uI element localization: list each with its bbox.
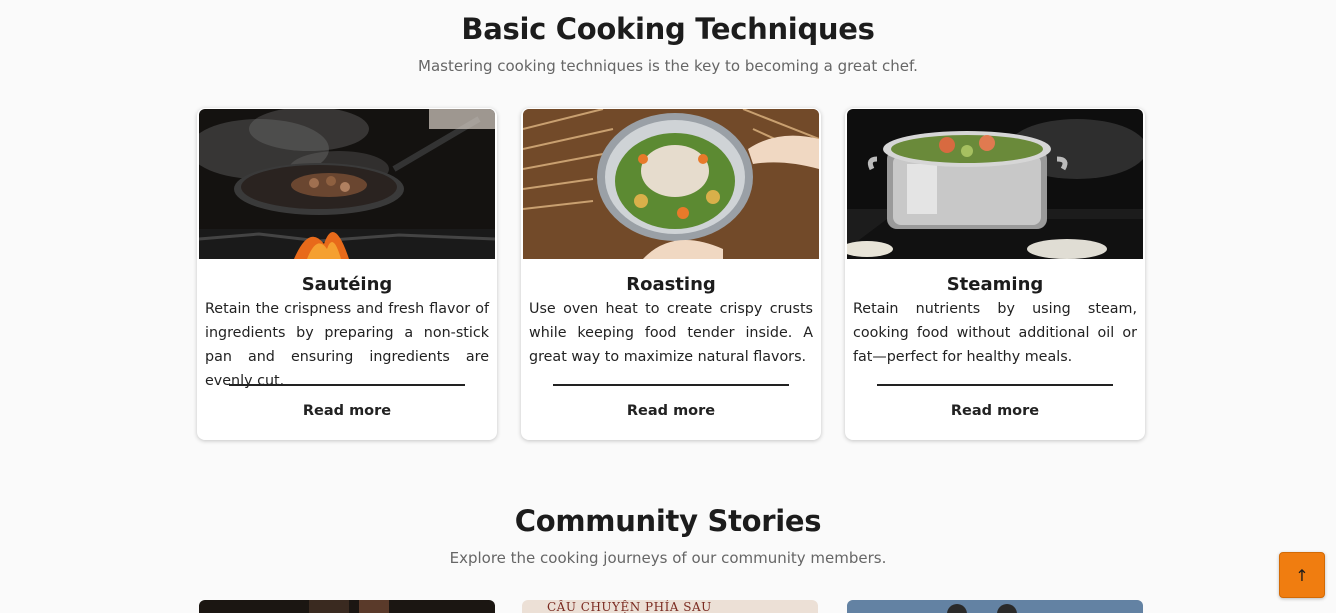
sauteing-image [199, 109, 495, 259]
techniques-title: Basic Cooking Techniques [461, 12, 875, 46]
story-card-image[interactable] [199, 600, 495, 613]
story-card-image[interactable]: CÂU CHUYỆN PHÍA SAU [522, 600, 818, 613]
card-divider [877, 384, 1113, 386]
techniques-subtitle: Mastering cooking techniques is the key … [418, 57, 918, 75]
technique-card-roasting: Roasting Use oven heat to create crispy … [521, 108, 821, 440]
card-description: Use oven heat to create crispy crusts wh… [529, 301, 813, 365]
community-title: Community Stories [514, 504, 822, 538]
technique-card-steaming: Steaming Retain nutrients by using steam… [845, 108, 1145, 440]
back-to-top-button[interactable]: ↑ [1279, 552, 1325, 598]
read-more-link[interactable]: Read more [521, 403, 821, 419]
card-title: Steaming [946, 274, 1044, 295]
arrow-up-icon: ↑ [1295, 565, 1309, 585]
card-description: Retain the crispness and fresh flavor of… [205, 301, 489, 389]
roasting-image [523, 109, 819, 259]
card-title: Sautéing [301, 274, 393, 295]
read-more-link[interactable]: Read more [845, 403, 1145, 419]
steaming-image [847, 109, 1143, 259]
story-card-image[interactable] [847, 600, 1143, 613]
read-more-link[interactable]: Read more [197, 403, 497, 419]
story-image-caption: CÂU CHUYỆN PHÍA SAU [547, 600, 712, 613]
card-divider [229, 384, 465, 386]
card-description: Retain nutrients by using steam, cooking… [853, 301, 1137, 365]
community-subtitle: Explore the cooking journeys of our comm… [449, 549, 887, 567]
technique-card-sauteing: Sautéing Retain the crispness and fresh … [197, 108, 497, 440]
card-divider [553, 384, 789, 386]
card-title: Roasting [626, 274, 716, 295]
